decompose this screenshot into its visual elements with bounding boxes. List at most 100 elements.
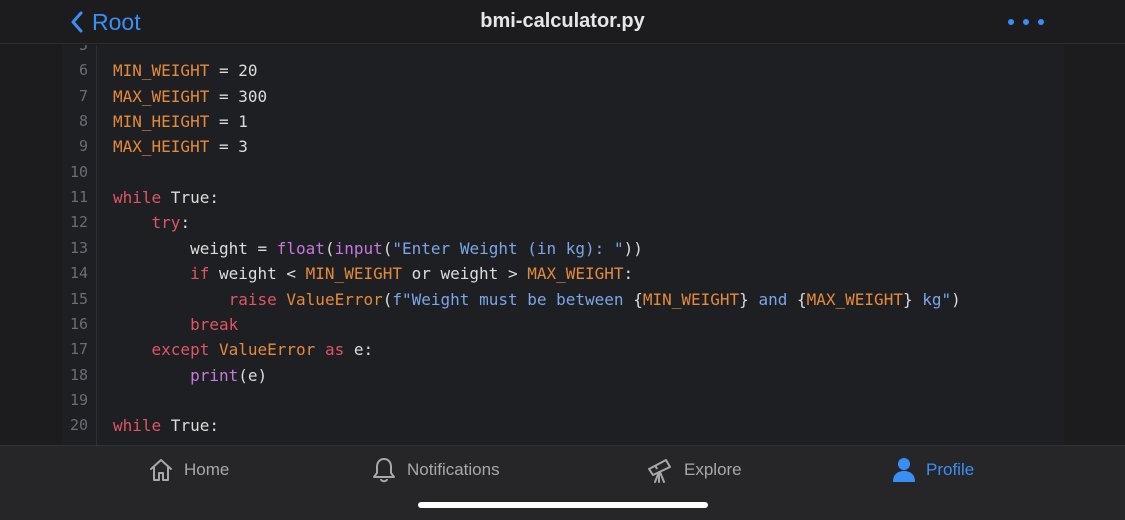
code-line: 15 raise ValueError(f"Weight must be bet…: [62, 287, 1064, 312]
line-number: 15: [69, 289, 88, 308]
code-text: MIN_HEIGHT = 1: [113, 109, 248, 134]
tab-notifications[interactable]: Notifications: [371, 454, 500, 486]
person-icon: [892, 457, 916, 483]
code-token: }: [902, 289, 913, 309]
code-text: print(e): [113, 363, 267, 388]
code-token: MIN_WEIGHT: [305, 264, 402, 284]
code-token: "Enter Weight (in kg): ": [392, 238, 624, 258]
code-token: kg": [912, 289, 952, 309]
code-line: 16 break: [62, 312, 1064, 337]
code-line: 12 try:: [62, 210, 1064, 235]
bell-icon: [371, 456, 397, 484]
home-indicator: [418, 502, 708, 508]
line-number: 6: [78, 61, 88, 80]
code-token: while: [113, 188, 162, 208]
home-icon: [148, 457, 174, 483]
code-token: (: [382, 238, 393, 258]
code-token: ValueError: [286, 289, 383, 309]
code-token: try: [151, 213, 181, 233]
tab-profile[interactable]: Profile: [892, 454, 974, 486]
code-text: try:: [113, 210, 191, 235]
line-number: 12: [69, 213, 88, 232]
code-line: 14 if weight < MIN_WEIGHT or weight > MA…: [62, 261, 1064, 286]
navigation-bar: Root bmi-calculator.py: [0, 0, 1125, 44]
ellipsis-icon[interactable]: [1008, 12, 1044, 32]
code-token: ): [951, 289, 961, 309]
code-text: while True:: [113, 185, 219, 210]
code-editor[interactable]: 5 6 MIN_WEIGHT = 20 7 MAX_WEIGHT = 300 8 MIN_H…: [62, 45, 1064, 445]
code-token: except: [151, 340, 210, 360]
code-line: 9 MAX_HEIGHT = 3: [62, 134, 1064, 159]
code-text: MAX_WEIGHT = 300: [113, 84, 267, 109]
code-token: =: [209, 137, 239, 157]
line-number: 17: [69, 340, 88, 359]
code-text: raise ValueError(f"Weight must be betwee…: [113, 287, 961, 312]
code-token: MIN_HEIGHT: [113, 112, 210, 132]
line-number: 10: [69, 162, 88, 181]
code-token: }: [739, 289, 749, 309]
line-number: 20: [69, 416, 88, 435]
code-token: ValueError: [218, 340, 316, 360]
code-token: 300: [238, 86, 268, 106]
code-text: MIN_WEIGHT = 20: [113, 58, 258, 83]
code-line: 19: [62, 388, 1064, 413]
code-line: 17 except ValueError as e:: [62, 337, 1064, 362]
line-number: 19: [69, 390, 88, 409]
code-token: MAX_WEIGHT: [527, 264, 624, 284]
code-token: MAX_WEIGHT: [113, 86, 210, 106]
code-token: {: [633, 289, 643, 309]
code-token: (e): [238, 365, 268, 385]
code-token: MAX_HEIGHT: [113, 137, 210, 157]
code-token: 1: [238, 112, 248, 132]
line-number: 9: [78, 137, 88, 156]
code-line: 8 MIN_HEIGHT = 1: [62, 109, 1064, 134]
tab-explore[interactable]: Explore: [646, 454, 742, 486]
code-token: MIN_WEIGHT: [113, 61, 210, 81]
code-token: True:: [161, 416, 219, 436]
code-token: input: [334, 238, 383, 258]
code-token: )): [623, 238, 643, 258]
code-line: 5: [62, 45, 1064, 58]
telescope-icon: [646, 456, 674, 484]
code-token: =: [209, 112, 239, 132]
code-text: MAX_HEIGHT = 3: [113, 134, 248, 159]
code-line: 18 print(e): [62, 363, 1064, 388]
code-line: 7 MAX_WEIGHT = 300: [62, 84, 1064, 109]
tab-home[interactable]: Home: [148, 454, 229, 486]
code-text: if weight < MIN_WEIGHT or weight > MAX_W…: [113, 261, 633, 286]
code-token: {: [796, 289, 807, 309]
tab-notifications-label: Notifications: [407, 460, 500, 479]
line-number: 8: [78, 112, 88, 131]
code-token: =: [209, 86, 239, 106]
line-number: 11: [69, 188, 88, 207]
line-number: 18: [69, 365, 88, 384]
code-token: 20: [238, 61, 258, 81]
code-text: except ValueError as e:: [113, 337, 374, 362]
code-text: weight = float(input("Enter Weight (in k…: [113, 236, 643, 261]
code-token: :: [180, 213, 191, 233]
tab-bar: Home Notifications Explore Profile: [0, 445, 1125, 520]
tab-home-label: Home: [184, 460, 230, 479]
code-token: float: [276, 238, 325, 258]
code-token: :: [623, 264, 634, 284]
code-token: MAX_WEIGHT: [806, 289, 903, 309]
line-number: 5: [78, 45, 88, 54]
code-text: while True:: [113, 413, 219, 438]
line-number: 16: [69, 314, 88, 333]
page-title: bmi-calculator.py: [480, 10, 645, 32]
code-token: raise: [228, 289, 277, 309]
code-token: (: [324, 238, 335, 258]
code-token: True:: [161, 188, 219, 208]
code-token: =: [209, 61, 239, 81]
code-token: f"Weight must be between: [392, 289, 634, 309]
code-token: or weight >: [401, 264, 528, 284]
code-token: break: [190, 314, 239, 334]
